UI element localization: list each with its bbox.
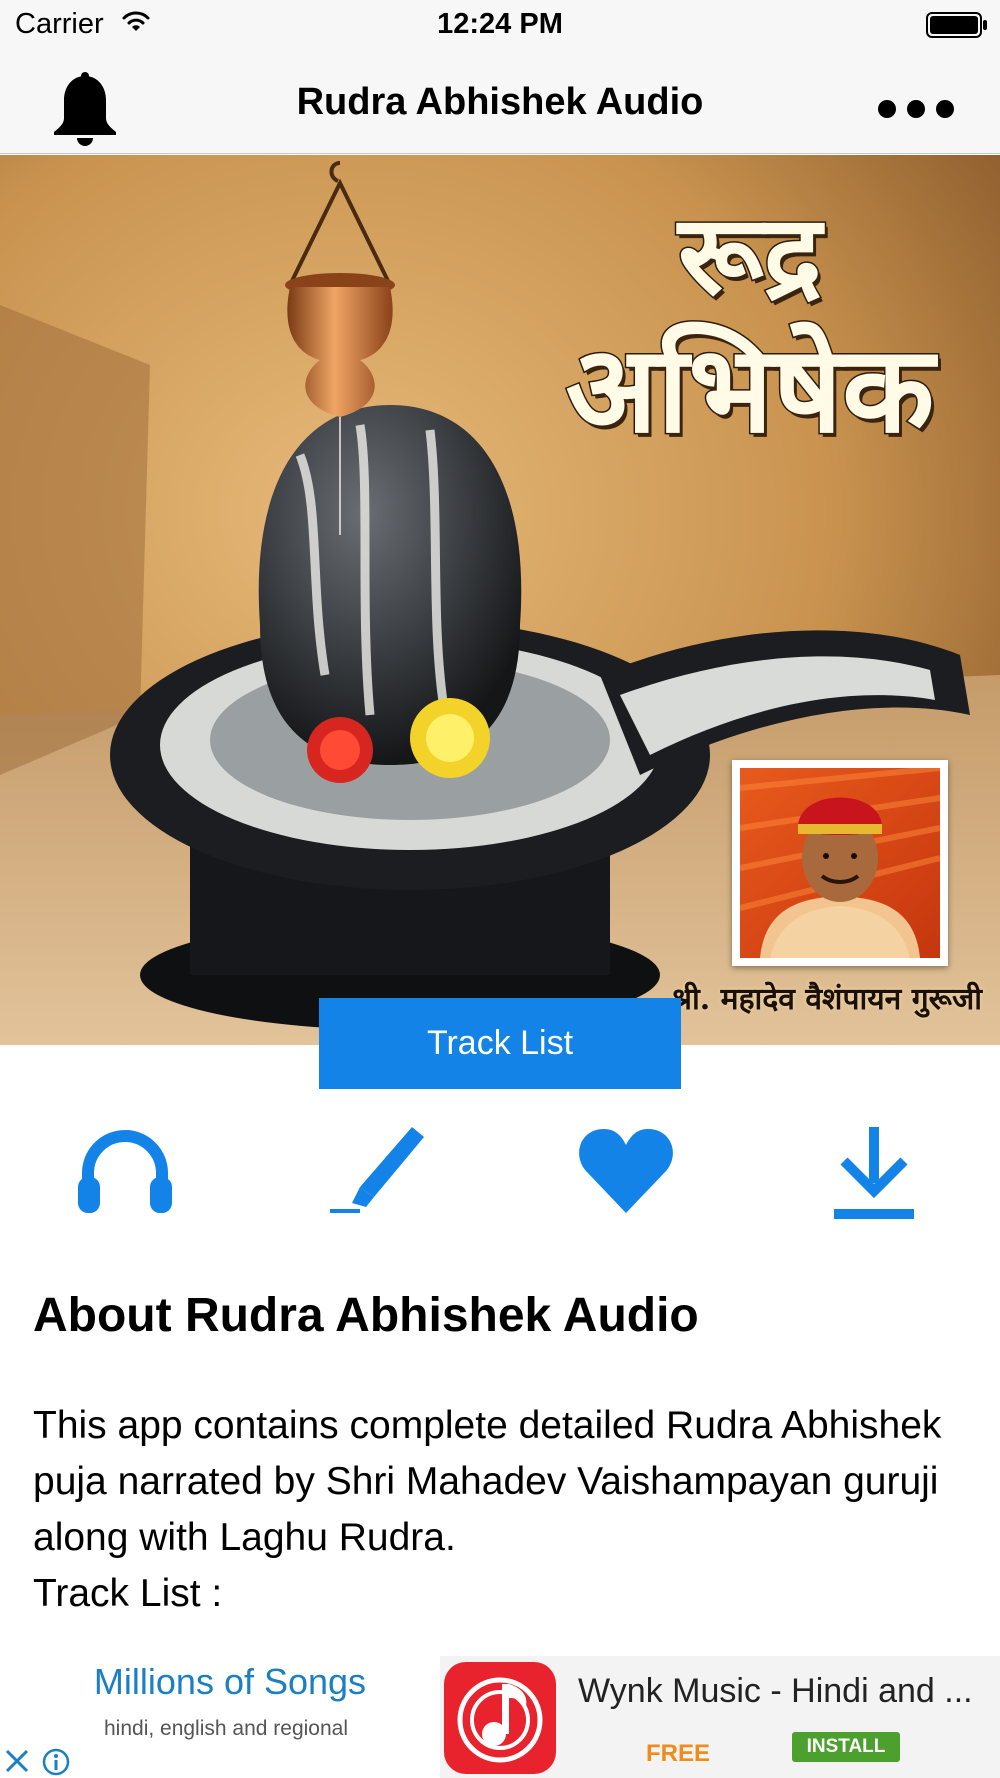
hero-image: रूद्र अभिषेक श्री. महादेव वैशंपायन गुरूज… xyxy=(0,155,1000,1045)
hero-caption: श्री. महादेव वैशंपायन गुरूजी xyxy=(670,982,982,1017)
page-title: Rudra Abhishek Audio xyxy=(296,81,704,123)
hero-title: रूद्र अभिषेक xyxy=(510,190,990,465)
ad-banner[interactable]: Millions of Songs hindi, english and reg… xyxy=(0,1656,1000,1778)
about-title: About Rudra Abhishek Audio xyxy=(33,1289,699,1342)
pen-icon[interactable] xyxy=(330,1125,424,1220)
download-icon[interactable] xyxy=(832,1125,916,1226)
ad-app-name: Wynk Music - Hindi and ... xyxy=(578,1672,973,1710)
headphones-icon[interactable] xyxy=(78,1125,172,1220)
hero-title-line2: अभिषेक xyxy=(564,318,936,462)
ad-install-button[interactable]: INSTALL xyxy=(792,1732,900,1762)
ad-subline: hindi, english and regional xyxy=(103,1717,348,1740)
clock: 12:24 PM xyxy=(437,8,563,40)
close-icon[interactable] xyxy=(4,1748,30,1778)
battery-icon xyxy=(926,12,988,43)
ad-app-logo[interactable] xyxy=(444,1662,556,1774)
info-icon[interactable] xyxy=(42,1748,70,1778)
track-list-button[interactable]: Track List xyxy=(319,998,681,1089)
status-bar: Carrier 12:24 PM xyxy=(0,0,1000,52)
hero-title-line1: रूद्र xyxy=(677,190,824,319)
ad-controls xyxy=(0,1744,76,1778)
navigation-bar: Rudra Abhishek Audio xyxy=(0,52,1000,154)
about-description: This app contains complete detailed Rudr… xyxy=(33,1404,942,1615)
heart-icon[interactable] xyxy=(578,1125,674,1220)
app-screen: Carrier 12:24 PM Rudra Abhishek Audio रू… xyxy=(0,0,1000,1778)
more-icon[interactable] xyxy=(876,98,956,125)
ad-price: FREE xyxy=(646,1740,711,1767)
guru-photo xyxy=(732,760,948,966)
ad-headline: Millions of Songs xyxy=(93,1661,367,1702)
